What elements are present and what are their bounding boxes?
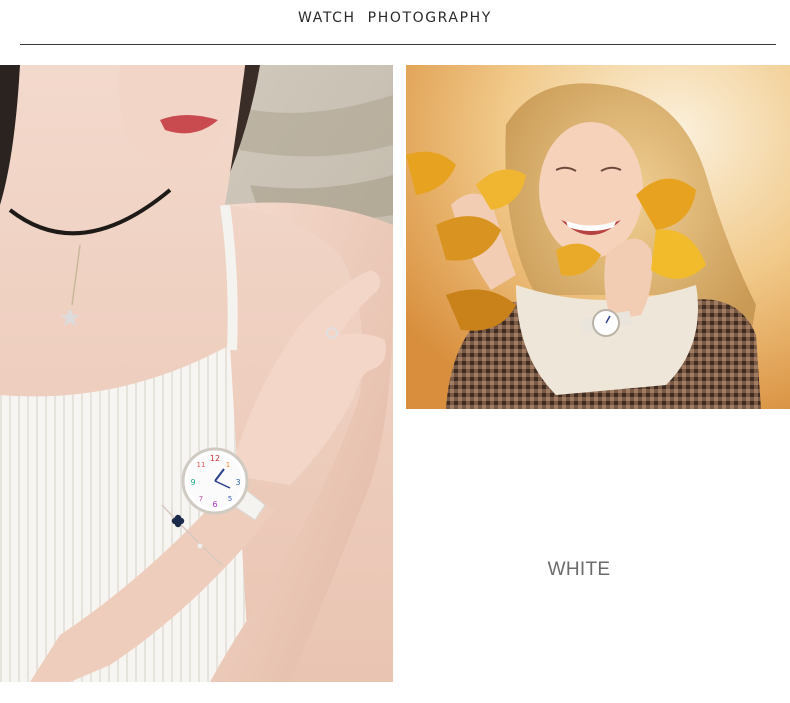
- svg-text:12: 12: [210, 454, 220, 463]
- color-variant-label: WHITE: [547, 559, 611, 580]
- svg-text:9: 9: [190, 478, 195, 487]
- svg-text:1: 1: [226, 461, 230, 469]
- section-title-word-watch: WATCH: [298, 10, 356, 26]
- svg-text:3: 3: [235, 478, 240, 487]
- model-photo-autumn: [406, 65, 790, 409]
- svg-text:6: 6: [212, 500, 217, 509]
- section-title: WATCH PHOTOGRAPHY: [0, 10, 790, 26]
- product-page: WATCH PHOTOGRAPHY 12 3 6 9 1 11 7 5 WHIT…: [0, 0, 790, 703]
- model-photo-wrist: 12 3 6 9 1 11 7 5: [0, 65, 393, 682]
- svg-text:11: 11: [197, 461, 206, 469]
- header-divider: [20, 44, 776, 45]
- svg-text:7: 7: [199, 495, 203, 503]
- section-title-word-photography: PHOTOGRAPHY: [367, 10, 492, 26]
- svg-text:5: 5: [228, 495, 232, 503]
